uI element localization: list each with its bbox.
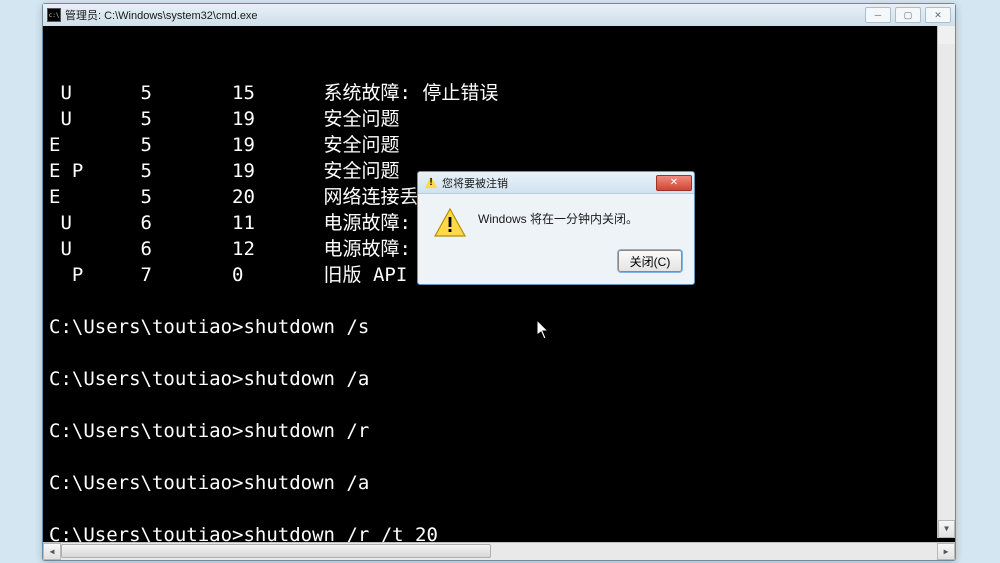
terminal-output[interactable]: U 5 15 系统故障: 停止错误 U 5 19 安全问题E 5 19 安全问题…: [43, 26, 955, 560]
dialog-close-confirm-button[interactable]: 关闭(C): [618, 250, 682, 272]
window-controls: ─ ▢ ✕: [865, 7, 951, 23]
minimize-icon: ─: [875, 8, 881, 22]
dialog-close-button[interactable]: ✕: [656, 175, 692, 191]
maximize-button[interactable]: ▢: [895, 7, 921, 23]
dialog-message: Windows 将在一分钟内关闭。: [478, 208, 678, 227]
maximize-icon: ▢: [904, 8, 913, 22]
cmd-icon: [47, 8, 61, 22]
blank-line: [49, 288, 949, 314]
prompt-line: [49, 340, 949, 366]
cmd-title: 管理员: C:\Windows\system32\cmd.exe: [65, 7, 258, 23]
prompt-line: C:\Users\toutiao>shutdown /a: [49, 470, 949, 496]
prompt-line: [49, 444, 949, 470]
scroll-down-arrow-icon[interactable]: ▼: [938, 520, 955, 538]
prompt-line: [49, 496, 949, 522]
prompt-line: C:\Users\toutiao>shutdown /r: [49, 418, 949, 444]
dialog-title: 您将要被注销: [442, 175, 656, 191]
close-icon: ✕: [934, 8, 942, 22]
table-row: U 5 19 安全问题: [49, 106, 949, 132]
prompt-line: C:\Users\toutiao>shutdown /a: [49, 366, 949, 392]
scroll-right-arrow-icon[interactable]: ▶: [937, 543, 955, 560]
scroll-left-arrow-icon[interactable]: ◀: [43, 543, 61, 560]
dialog-button-row: 关闭(C): [418, 246, 694, 284]
table-row: U 5 15 系统故障: 停止错误: [49, 80, 949, 106]
dialog-titlebar-warning-icon: !: [424, 176, 438, 190]
scroll-thumb-h[interactable]: [61, 544, 491, 558]
dialog-body: Windows 将在一分钟内关闭。: [418, 194, 694, 246]
dialog-titlebar[interactable]: ! 您将要被注销 ✕: [418, 172, 694, 194]
close-icon: ✕: [670, 177, 678, 189]
prompt-line: [49, 392, 949, 418]
prompt-line: C:\Users\toutiao>shutdown /s: [49, 314, 949, 340]
scroll-track-h[interactable]: [61, 543, 937, 560]
cmd-titlebar[interactable]: 管理员: C:\Windows\system32\cmd.exe ─ ▢ ✕: [43, 4, 955, 26]
minimize-button[interactable]: ─: [865, 7, 891, 23]
vertical-scrollbar[interactable]: ▲ ▼: [937, 26, 955, 538]
table-row: E 5 19 安全问题: [49, 132, 949, 158]
shutdown-dialog: ! 您将要被注销 ✕ Windows 将在一分钟内关闭。 关闭(C): [417, 171, 695, 285]
horizontal-scrollbar[interactable]: ◀ ▶: [43, 542, 955, 560]
close-window-button[interactable]: ✕: [925, 7, 951, 23]
warning-icon: [434, 208, 466, 238]
scroll-track-v[interactable]: [938, 44, 955, 520]
